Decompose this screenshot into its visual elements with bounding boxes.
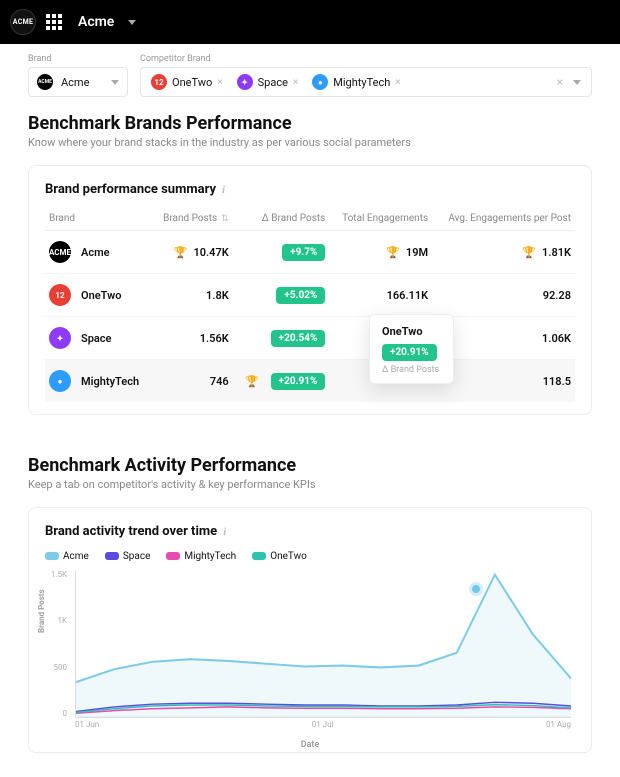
brand-select[interactable]: ACME Acme — [28, 67, 128, 97]
brand-summary-card: Brand performance summary i Brand Brand … — [28, 165, 592, 415]
table-row[interactable]: ACME Acme 🏆 10.47K +9.7% 🏆 19M 🏆 1.81K — [45, 231, 575, 274]
trend-card: Brand activity trend over time i Acme Sp… — [28, 507, 592, 753]
delta-pill: +5.02% — [276, 287, 325, 304]
brand-name: Space — [81, 332, 111, 345]
chevron-down-icon — [111, 80, 119, 85]
cell-eng: 166.11K — [329, 274, 432, 317]
cell-posts: 10.47K — [193, 246, 228, 259]
brand-name: OneTwo — [81, 289, 121, 302]
section-title-activity: Benchmark Activity Performance — [28, 455, 592, 476]
peak-marker-icon — [469, 582, 483, 596]
competitor-chip-space[interactable]: ✦ Space × — [233, 72, 303, 92]
tooltip-delta: +20.91% — [382, 344, 437, 361]
info-icon[interactable]: i — [222, 184, 225, 196]
remove-icon[interactable]: × — [293, 77, 298, 88]
brand-summary-table: Brand Brand Posts⇅ Δ Brand Posts Total E… — [45, 207, 575, 402]
tooltip-sub: Δ Brand Posts — [382, 365, 441, 375]
competitor-chip-mightytech[interactable]: ● MightyTech × — [308, 72, 404, 92]
trophy-icon: 🏆 — [522, 246, 536, 259]
chevron-down-icon — [573, 80, 581, 85]
x-axis-label: Date — [45, 740, 575, 750]
info-icon[interactable]: i — [223, 526, 226, 538]
x-axis: 01 Jun 01 Jul 01 Aug — [75, 720, 571, 740]
col-engagements[interactable]: Total Engagements — [329, 207, 432, 231]
card-title: Brand performance summary i — [45, 182, 575, 197]
brand-switcher-label: Acme — [78, 14, 114, 30]
brand-name: Acme — [81, 246, 110, 259]
section-subtitle-brands: Know where your brand stacks in the indu… — [28, 136, 592, 149]
space-icon: ✦ — [237, 74, 253, 90]
col-delta[interactable]: Δ Brand Posts — [233, 207, 330, 231]
trophy-icon: 🏆 — [386, 246, 400, 259]
competitor-select-label: Competitor Brand — [140, 54, 592, 64]
section-subtitle-activity: Keep a tab on competitor's activity & ke… — [28, 478, 592, 491]
competitor-chip-onetwo[interactable]: 12 OneTwo × — [147, 72, 227, 92]
legend-item[interactable]: MightyTech — [166, 551, 236, 562]
chart-legend: Acme Space MightyTech OneTwo — [45, 551, 575, 562]
chip-label: OneTwo — [172, 76, 212, 89]
remove-icon[interactable]: × — [217, 77, 222, 88]
remove-icon[interactable]: × — [395, 77, 400, 88]
cell-posts: 1.8K — [152, 274, 232, 317]
space-icon: ✦ — [49, 327, 71, 349]
delta-pill: +20.54% — [271, 330, 326, 347]
card-title: Brand activity trend over time i — [45, 524, 575, 539]
chip-label: Space — [258, 76, 288, 89]
y-axis: 1.5K 1K 500 0 — [45, 570, 71, 718]
legend-item[interactable]: Acme — [45, 551, 89, 562]
chart-svg — [76, 570, 571, 717]
chevron-down-icon — [128, 20, 136, 25]
brand-mini-logo: ACME — [37, 74, 53, 90]
delta-pill: +20.91% — [271, 373, 326, 390]
hover-tooltip: OneTwo +20.91% Δ Brand Posts — [369, 314, 454, 384]
trophy-icon: 🏆 — [245, 375, 259, 388]
cell-avg: 92.28 — [432, 274, 575, 317]
table-row[interactable]: 12 OneTwo 1.8K +5.02% 166.11K 92.28 — [45, 274, 575, 317]
tooltip-title: OneTwo — [382, 325, 441, 338]
delta-pill: +9.7% — [282, 244, 325, 261]
table-row[interactable]: ●MightyTech 746 🏆+20.91% 118.5 — [45, 360, 575, 403]
brand-logo: ACME — [10, 9, 36, 35]
brand-switcher[interactable]: Acme — [78, 14, 136, 30]
mightytech-icon: ● — [312, 74, 328, 90]
col-avg[interactable]: Avg. Engagements per Post — [432, 207, 575, 231]
onetwo-icon: 12 — [151, 74, 167, 90]
acme-icon: ACME — [49, 241, 71, 263]
legend-item[interactable]: Space — [105, 551, 151, 562]
brand-name: MightyTech — [81, 375, 139, 388]
mightytech-icon: ● — [49, 370, 71, 392]
legend-item[interactable]: OneTwo — [252, 551, 307, 562]
onetwo-icon: 12 — [49, 284, 71, 306]
sort-icon: ⇅ — [221, 214, 229, 224]
competitor-select[interactable]: 12 OneTwo × ✦ Space × ● MightyTech × × — [140, 67, 592, 97]
cell-posts: 746 — [152, 360, 232, 403]
table-row[interactable]: ✦Space 1.56K +20.54% 1.66M 1.06K — [45, 317, 575, 360]
cell-eng: 19M — [406, 246, 428, 259]
section-title-brands: Benchmark Brands Performance — [28, 113, 592, 134]
cell-avg: 1.81K — [542, 246, 571, 259]
apps-icon[interactable] — [46, 14, 62, 30]
trend-chart[interactable]: Brand Posts 1.5K 1K 500 0 01 Jun 01 Jul … — [45, 570, 575, 740]
col-posts[interactable]: Brand Posts⇅ — [152, 207, 232, 231]
brand-selectors: Brand ACME Acme Competitor Brand 12 OneT… — [28, 44, 592, 97]
cell-posts: 1.56K — [152, 317, 232, 360]
topbar: ACME Acme — [0, 0, 620, 44]
brand-select-value: Acme — [61, 76, 89, 89]
clear-all-icon[interactable]: × — [557, 75, 563, 89]
brand-select-label: Brand — [28, 54, 128, 64]
chip-label: MightyTech — [333, 76, 390, 89]
col-brand[interactable]: Brand — [45, 207, 152, 231]
plot-area — [75, 570, 571, 718]
trophy-icon: 🏆 — [174, 246, 188, 259]
